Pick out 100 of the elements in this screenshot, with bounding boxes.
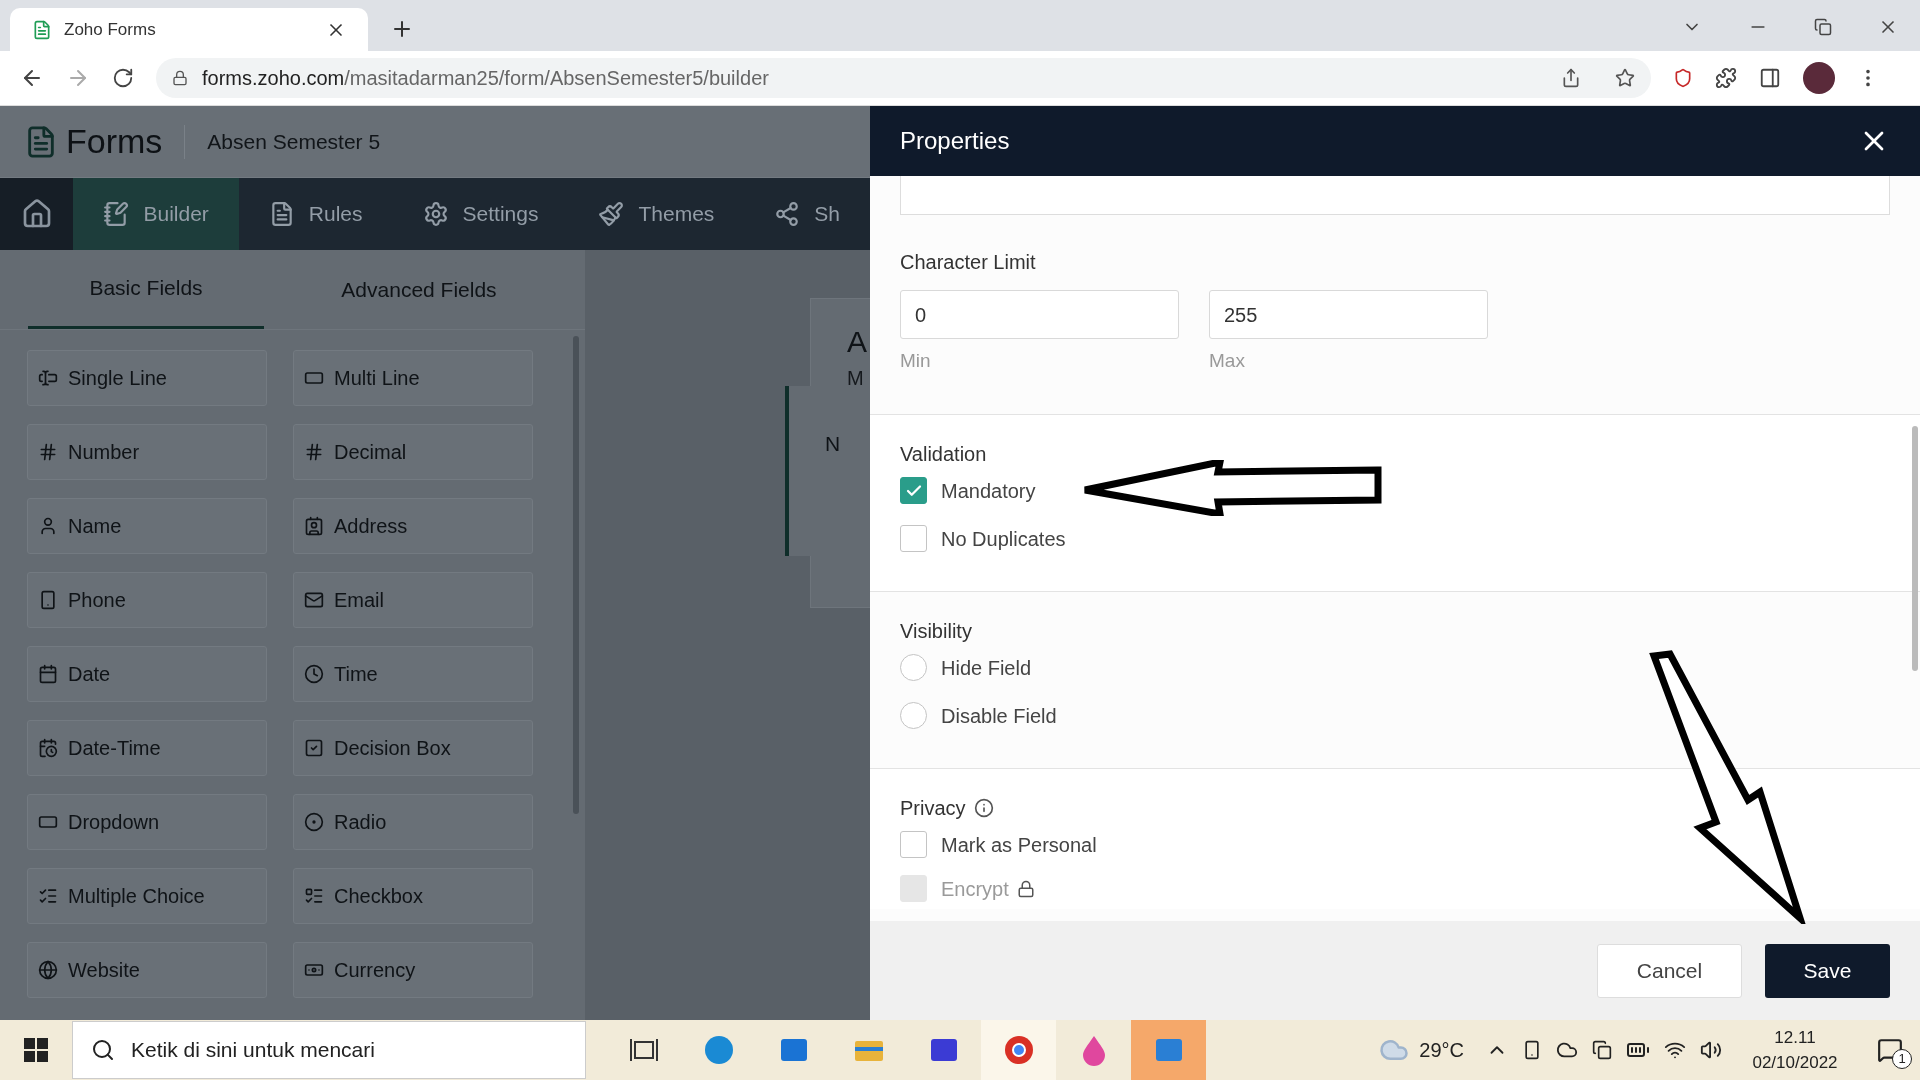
lock-icon	[172, 70, 188, 86]
input-caption: Min	[900, 349, 931, 373]
app-logo-text: Forms	[66, 121, 163, 162]
section-label: Character Limit	[900, 250, 1036, 275]
checklist-icon	[38, 886, 58, 906]
calendar-clock-icon	[38, 738, 58, 758]
checkbox-label: Mark as Personal	[941, 832, 1097, 858]
forms-logo-icon	[32, 19, 52, 40]
clock-icon	[304, 664, 324, 684]
checkbox-label: Mandatory	[941, 478, 1036, 504]
radio-button[interactable]	[900, 702, 927, 729]
extension-icon[interactable]	[1673, 68, 1693, 88]
field-type-item[interactable]: Name	[27, 498, 267, 554]
decimal-icon	[304, 442, 324, 462]
field-type-item[interactable]: Website	[27, 942, 267, 998]
section-label: Visibility	[900, 618, 972, 644]
nav-tab[interactable]: Themes	[568, 178, 745, 250]
field-type-item[interactable]: Email	[293, 572, 533, 628]
form-name: Absen Semester 5	[207, 128, 381, 155]
scrollbar[interactable]	[573, 336, 579, 814]
field-category-tab[interactable]: Basic Fields	[28, 250, 264, 329]
browser-tab[interactable]: Zoho Forms	[10, 8, 368, 51]
notification-count: 1	[1892, 1049, 1912, 1069]
field-type-item[interactable]: Date	[27, 646, 267, 702]
field-type-item[interactable]: Dropdown	[27, 794, 267, 850]
field-type-item[interactable]: Date-Time	[27, 720, 267, 776]
nav-tab[interactable]: Sh	[744, 178, 870, 250]
input-caption: Max	[1209, 349, 1245, 373]
checkbox-icon	[304, 738, 324, 758]
radio-label: Disable Field	[941, 703, 1057, 729]
number-icon	[38, 442, 58, 462]
device-icon[interactable]	[1522, 1040, 1542, 1060]
settings-icon	[422, 201, 449, 227]
field-type-item[interactable]: Checkbox	[293, 868, 533, 924]
field-type-item[interactable]: Number	[27, 424, 267, 480]
calendar-icon	[38, 664, 58, 684]
save-button[interactable]: Save	[1765, 943, 1890, 998]
url-text: forms.zoho.com/masitadarman25/form/AbsenSemester5/builder	[202, 66, 770, 91]
extensions-icon[interactable]	[1715, 67, 1737, 89]
volume-icon[interactable]	[1700, 1039, 1722, 1061]
checklist-icon	[304, 886, 324, 906]
profile-avatar[interactable]	[1803, 62, 1835, 94]
field-type-item[interactable]: Single Line	[27, 350, 267, 406]
person-icon	[38, 516, 58, 536]
address-bar[interactable]: forms.zoho.com/masitadarman25/form/AbsenSemester5/builder	[156, 58, 1651, 98]
radio-icon	[304, 812, 324, 832]
share-icon[interactable]	[1561, 68, 1581, 88]
section-label: Privacy	[900, 795, 966, 821]
field-category-tab[interactable]: Advanced Fields	[294, 250, 544, 329]
text-input-icon	[38, 368, 58, 388]
reload-icon[interactable]	[112, 67, 134, 89]
field-type-item[interactable]: Decimal	[293, 424, 533, 480]
radio-label: Hide Field	[941, 655, 1032, 681]
scrollbar[interactable]	[1912, 426, 1918, 671]
field-type-item[interactable]: Currency	[293, 942, 533, 998]
panel-title: Properties	[900, 126, 1011, 156]
search-icon	[91, 1038, 115, 1062]
checkbox[interactable]	[900, 831, 927, 858]
cancel-button[interactable]: Cancel	[1597, 943, 1742, 998]
radio-button[interactable]	[900, 654, 927, 681]
form-title: A	[847, 327, 867, 357]
field-type-item[interactable]: Address	[293, 498, 533, 554]
phone-icon	[38, 590, 58, 610]
windows-start-icon[interactable]	[24, 1038, 48, 1062]
checkbox-label: Encrypt	[941, 876, 1009, 902]
number-input[interactable]: 255	[1209, 290, 1488, 339]
field-type-item[interactable]: Decision Box	[293, 720, 533, 776]
section-label: Validation	[900, 441, 987, 467]
notifications-icon[interactable]	[1877, 1037, 1903, 1063]
checkbox[interactable]	[900, 525, 927, 552]
contact-card-icon	[304, 516, 324, 536]
checkbox-label: No Duplicates	[941, 526, 1066, 552]
home-tab[interactable]	[0, 178, 74, 250]
field-type-item[interactable]: Multiple Choice	[27, 868, 267, 924]
clock-date[interactable]: 02/10/2022	[1752, 1050, 1838, 1076]
notebook-icon	[103, 201, 130, 227]
clock-time[interactable]: 12.11	[1774, 1024, 1816, 1050]
lock-icon	[1016, 879, 1035, 898]
field-type-item[interactable]: Phone	[27, 572, 267, 628]
paintbrush-icon	[598, 201, 625, 227]
checkbox[interactable]	[900, 477, 927, 504]
field-type-item[interactable]: Time	[293, 646, 533, 702]
number-input[interactable]: 0	[900, 290, 1179, 339]
share-icon	[774, 201, 801, 227]
nav-tab[interactable]: Builder	[73, 178, 239, 250]
temperature[interactable]: 29°C	[1419, 1035, 1464, 1065]
field-type-item[interactable]: Radio	[293, 794, 533, 850]
form-description: M	[847, 366, 864, 391]
taskbar-search-field[interactable]: Ketik di sini untuk mencari	[72, 1021, 586, 1079]
tray-app-icon[interactable]	[1592, 1040, 1612, 1060]
side-panel-icon[interactable]	[1759, 67, 1781, 89]
field-type-item[interactable]: Multi Line	[293, 350, 533, 406]
tab-title: Zoho Forms	[64, 18, 157, 41]
nav-tab[interactable]: Settings	[392, 178, 569, 250]
envelope-icon	[304, 590, 324, 610]
nav-tab[interactable]: Rules	[238, 178, 393, 250]
info-icon[interactable]	[973, 797, 994, 818]
restore-icon[interactable]	[1814, 18, 1832, 36]
globe-icon	[38, 960, 58, 980]
bookmark-star-icon[interactable]	[1615, 68, 1635, 88]
